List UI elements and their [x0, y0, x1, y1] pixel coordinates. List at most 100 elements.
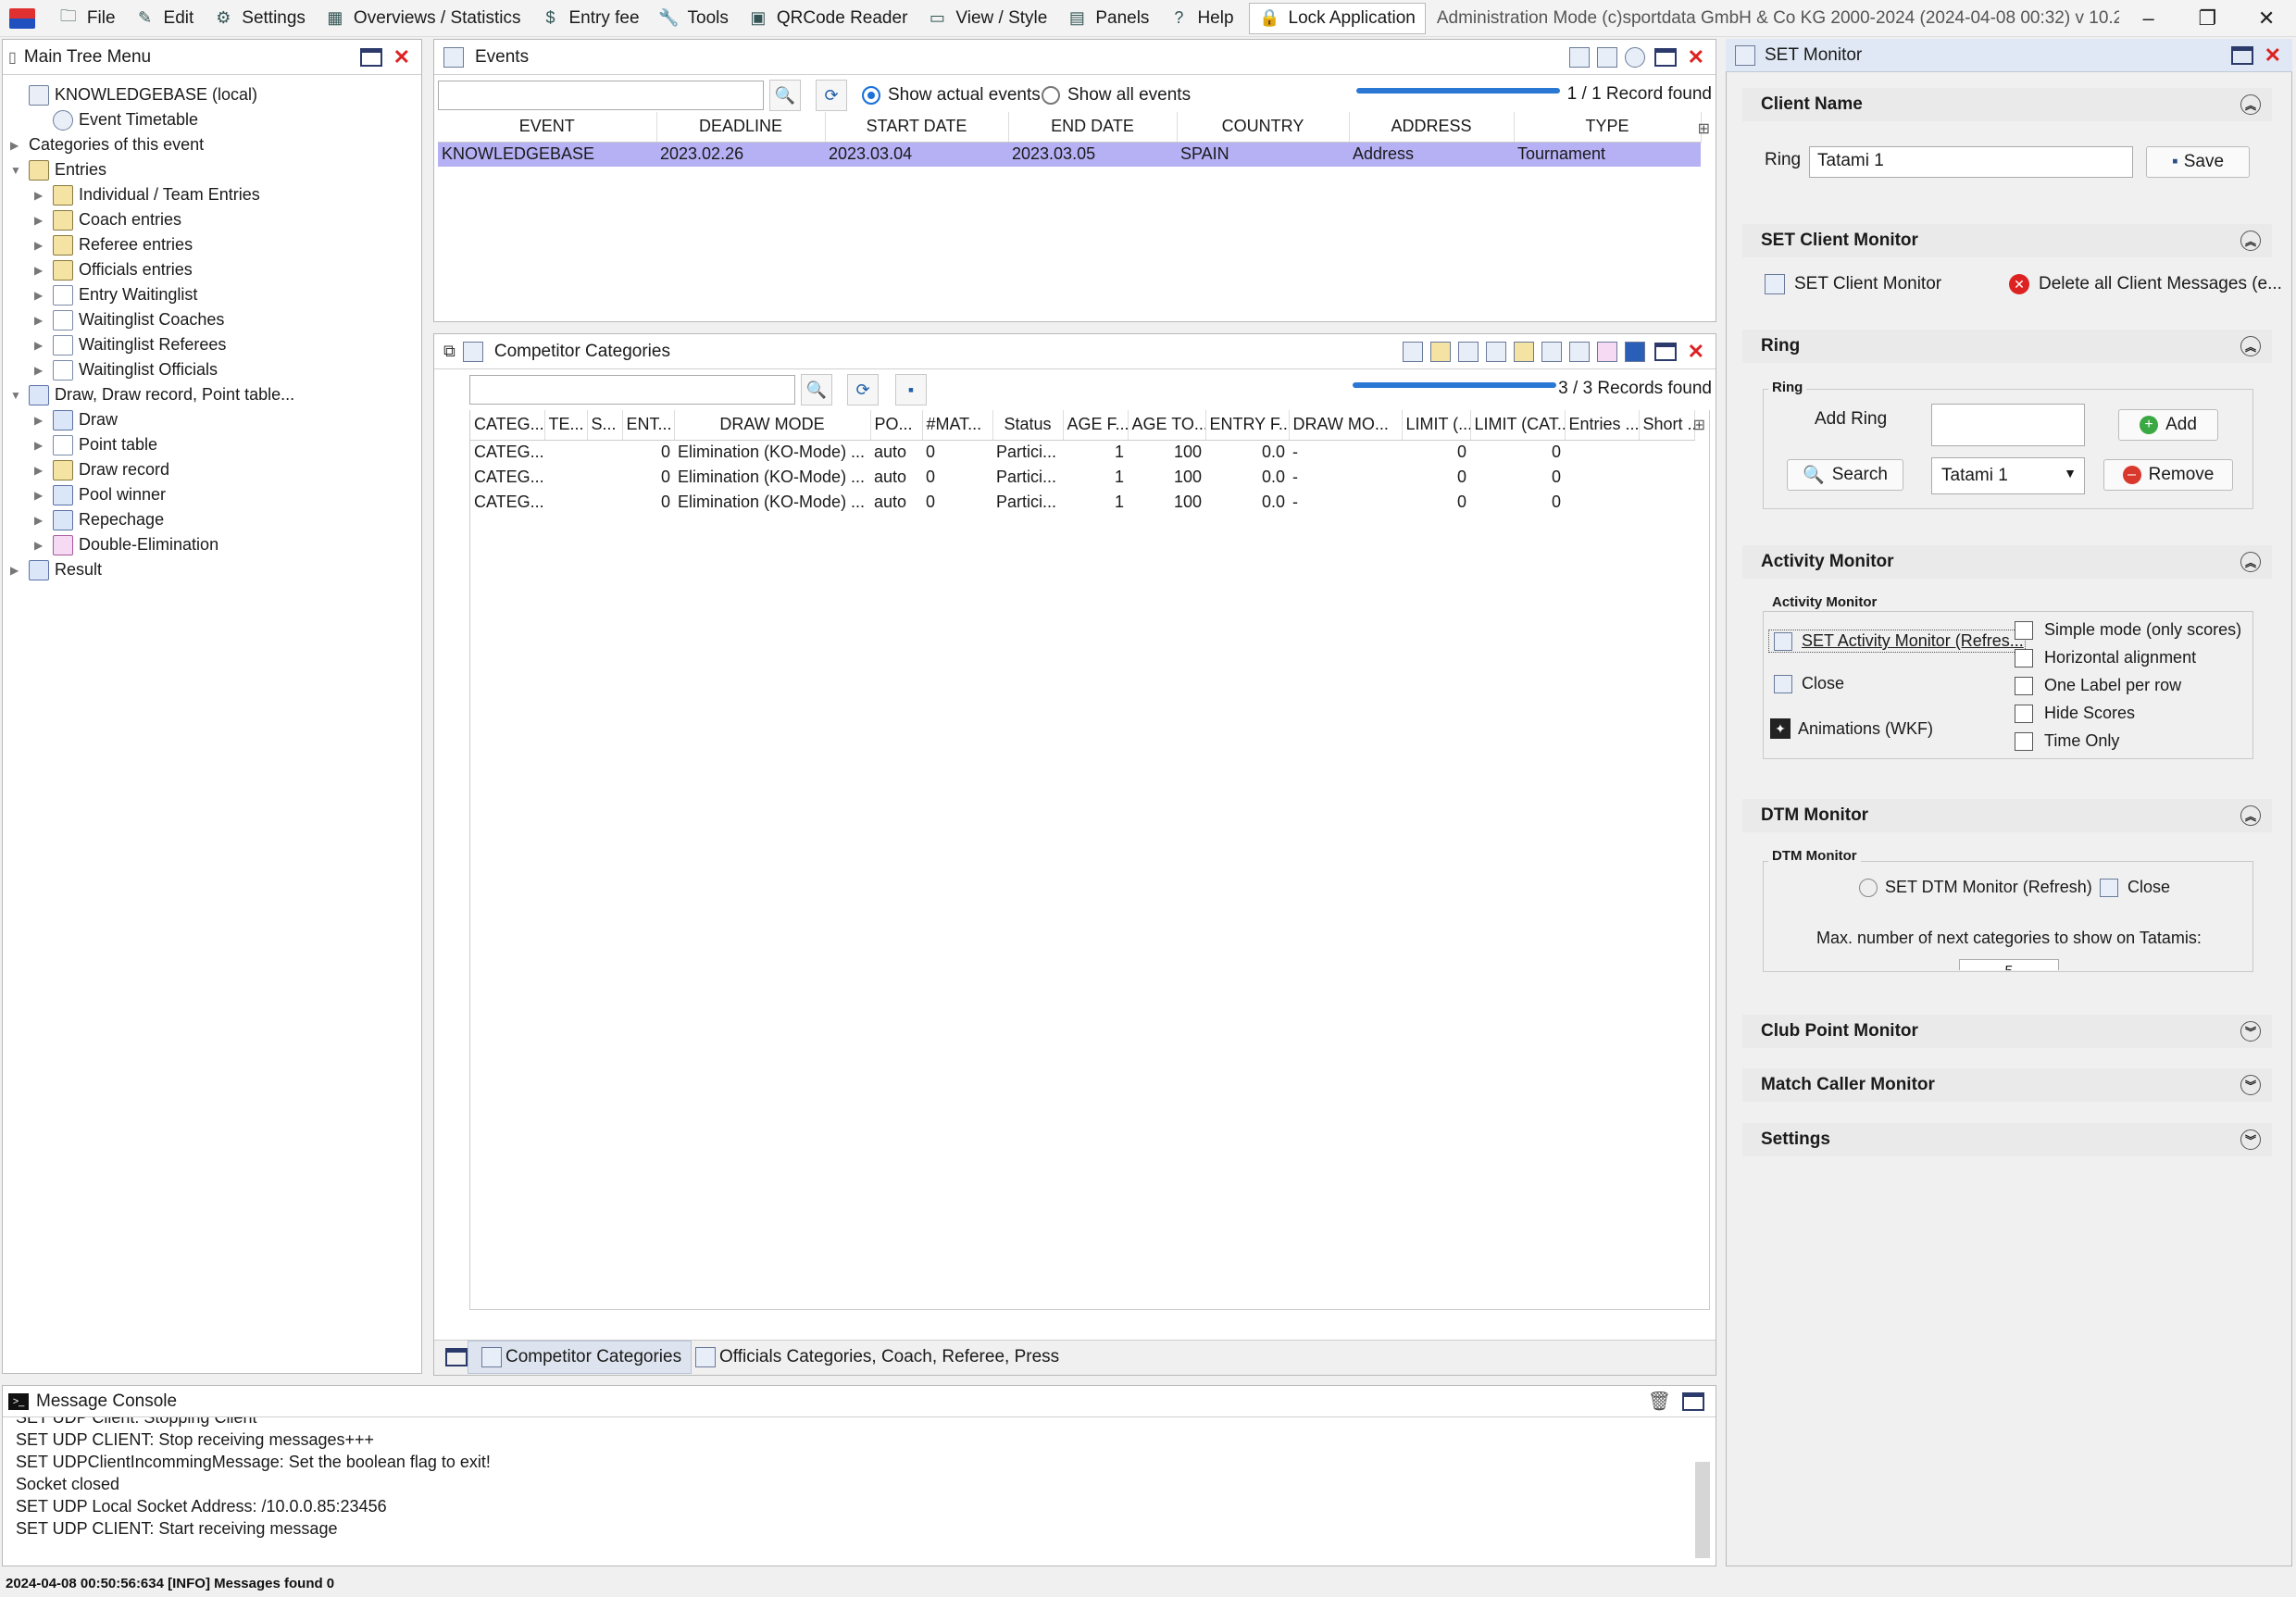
- maximize-icon[interactable]: [1653, 342, 1677, 361]
- expand-arrow-icon[interactable]: ▶: [10, 139, 23, 152]
- activity-option-checkbox[interactable]: Hide Scores: [2015, 704, 2135, 724]
- categories-search-input[interactable]: [469, 375, 795, 405]
- expand-arrow-icon[interactable]: ▶: [34, 339, 47, 352]
- save-button[interactable]: ▪ Save: [2146, 146, 2250, 178]
- maximize-icon[interactable]: [445, 1348, 468, 1366]
- column-header[interactable]: #MAT...: [922, 410, 993, 441]
- tree-item[interactable]: ▼ Draw, Draw record, Point table...: [10, 382, 294, 407]
- table-row[interactable]: CATEG... 0 Elimination (KO-Mode) ... auto 0 P…: [470, 490, 1694, 515]
- column-header[interactable]: EVENT: [438, 112, 657, 143]
- table-icon[interactable]: [1624, 341, 1645, 362]
- folder-icon[interactable]: [1596, 46, 1617, 68]
- console-scrollbar[interactable]: [1695, 1462, 1710, 1558]
- tree-item[interactable]: ▶ Repechage: [34, 507, 164, 532]
- trash-icon[interactable]: 🗑: [1648, 1390, 1671, 1413]
- open-dtm-monitor-button[interactable]: SET DTM Monitor (Refresh): [1859, 878, 2092, 897]
- tree-item[interactable]: ▶ Double-Elimination: [34, 532, 218, 557]
- expand-arrow-icon[interactable]: ▶: [34, 239, 47, 252]
- ring-name-input[interactable]: Tatami 1: [1809, 146, 2133, 178]
- tab-competitor-categories[interactable]: Competitor Categories: [468, 1341, 693, 1374]
- tree-item[interactable]: ▶ Result: [10, 557, 102, 582]
- refresh-icon[interactable]: ⟳: [816, 80, 847, 111]
- close-window-button[interactable]: ✕: [2237, 0, 2296, 37]
- menu-panels[interactable]: ▤ Panels: [1056, 2, 1158, 35]
- tree-item[interactable]: ▼ Entries: [10, 157, 106, 182]
- tree-item[interactable]: ▶ Waitinglist Officials: [34, 357, 218, 382]
- remove-ring-button[interactable]: – Remove: [2103, 459, 2233, 491]
- close-activity-monitor-button[interactable]: Close: [1770, 674, 1844, 693]
- form-icon[interactable]: [1457, 341, 1479, 362]
- expand-arrow-icon[interactable]: ▶: [34, 189, 47, 202]
- tree-item[interactable]: ▶ Pool winner: [34, 482, 166, 507]
- column-header[interactable]: LIMIT (CAT...: [1470, 410, 1566, 441]
- column-header[interactable]: Short ...: [1639, 410, 1695, 441]
- club-point-section-header[interactable]: Club Point Monitor ︾: [1742, 1015, 2272, 1048]
- maximize-icon[interactable]: [1682, 1391, 1704, 1411]
- activity-option-checkbox[interactable]: Time Only: [2015, 731, 2119, 752]
- menu-entry-fee[interactable]: $ Entry fee: [530, 2, 648, 35]
- client-name-section-header[interactable]: Client Name ︽: [1742, 88, 2272, 121]
- collapse-arrow-icon[interactable]: ▼: [10, 164, 23, 177]
- close-icon[interactable]: ✕: [2265, 44, 2281, 68]
- close-icon[interactable]: ✕: [1688, 340, 1704, 364]
- column-header[interactable]: PO...: [870, 410, 923, 441]
- calendar-icon[interactable]: [1568, 46, 1590, 68]
- tree-item[interactable]: ▶ Waitinglist Referees: [34, 332, 226, 357]
- match-caller-section-header[interactable]: Match Caller Monitor ︾: [1742, 1068, 2272, 1102]
- column-header[interactable]: DEADLINE: [656, 112, 826, 143]
- column-chooser-icon[interactable]: ⊞: [1698, 119, 1710, 138]
- tree-item[interactable]: ▶ Individual / Team Entries: [34, 182, 260, 207]
- expand-arrow-icon[interactable]: ▶: [34, 314, 47, 327]
- table-row[interactable]: CATEG... 0 Elimination (KO-Mode) ... auto 0 P…: [470, 465, 1694, 490]
- tree-item[interactable]: KNOWLEDGEBASE (local): [10, 82, 257, 107]
- tab-officials-categories[interactable]: Officials Categories, Coach, Referee, Pr…: [682, 1341, 1068, 1374]
- column-header[interactable]: END DATE: [1008, 112, 1178, 143]
- paste-icon[interactable]: [1429, 341, 1451, 362]
- tree-item[interactable]: ▶ Entry Waitinglist: [34, 282, 197, 307]
- collapse-icon[interactable]: ︽: [2240, 552, 2261, 572]
- tree-item[interactable]: ▶ Draw: [34, 407, 118, 432]
- grid-icon[interactable]: [1541, 341, 1562, 362]
- refresh-icon[interactable]: ⟳: [847, 374, 879, 405]
- expand-arrow-icon[interactable]: ▶: [34, 514, 47, 527]
- tree-item[interactable]: ▶ Coach entries: [34, 207, 181, 232]
- add-ring-input[interactable]: [1931, 404, 2085, 446]
- events-search-input[interactable]: [438, 81, 764, 110]
- table-row[interactable]: KNOWLEDGEBASE 2023.02.26 2023.03.04 2023.03…: [438, 142, 1701, 167]
- copy-icon[interactable]: ⧉: [443, 342, 455, 361]
- menu-overviews[interactable]: ▦ Overviews / Statistics: [315, 2, 530, 35]
- expand-icon[interactable]: ︾: [2240, 1129, 2261, 1150]
- list-icon[interactable]: [1485, 341, 1506, 362]
- column-header[interactable]: TYPE: [1514, 112, 1702, 143]
- card-icon[interactable]: [1596, 341, 1617, 362]
- column-chooser-icon[interactable]: ⊞: [1693, 416, 1705, 434]
- column-header[interactable]: AGE TO...: [1128, 410, 1206, 441]
- column-header[interactable]: START DATE: [825, 112, 1009, 143]
- expand-arrow-icon[interactable]: ▶: [34, 364, 47, 377]
- clock-icon[interactable]: [1624, 46, 1645, 68]
- lock-application-button[interactable]: 🔒 Lock Application: [1248, 2, 1426, 34]
- menu-settings[interactable]: ⚙ Settings: [203, 2, 315, 35]
- tree-item[interactable]: ▶ Draw record: [34, 457, 169, 482]
- expand-arrow-icon[interactable]: ▶: [34, 264, 47, 277]
- activity-option-checkbox[interactable]: Simple mode (only scores): [2015, 620, 2241, 641]
- tree-item[interactable]: ▶ Officials entries: [34, 257, 193, 282]
- stack-icon[interactable]: [1568, 341, 1590, 362]
- activity-section-header[interactable]: Activity Monitor ︽: [1742, 545, 2272, 579]
- edit-list-icon[interactable]: [1513, 341, 1534, 362]
- column-header[interactable]: S...: [587, 410, 623, 441]
- expand-arrow-icon[interactable]: ▶: [34, 539, 47, 552]
- expand-arrow-icon[interactable]: ▶: [34, 439, 47, 452]
- menu-file[interactable]: 🗀 File: [48, 2, 125, 35]
- close-dtm-monitor-button[interactable]: Close: [2096, 878, 2170, 897]
- menu-tools[interactable]: 🔧 Tools: [649, 2, 738, 35]
- tree-item[interactable]: Event Timetable: [34, 107, 198, 132]
- open-client-monitor-button[interactable]: SET Client Monitor: [1761, 274, 1941, 294]
- collapse-icon[interactable]: ︽: [2240, 336, 2261, 356]
- column-header[interactable]: DRAW MO...: [1289, 410, 1403, 441]
- column-header[interactable]: DRAW MODE: [674, 410, 871, 441]
- delete-client-messages-button[interactable]: ✕ Delete all Client Messages (e...: [2009, 274, 2282, 294]
- maximize-icon[interactable]: [1653, 47, 1677, 67]
- close-icon[interactable]: ✕: [393, 45, 410, 69]
- client-monitor-section-header[interactable]: SET Client Monitor ︽: [1742, 224, 2272, 257]
